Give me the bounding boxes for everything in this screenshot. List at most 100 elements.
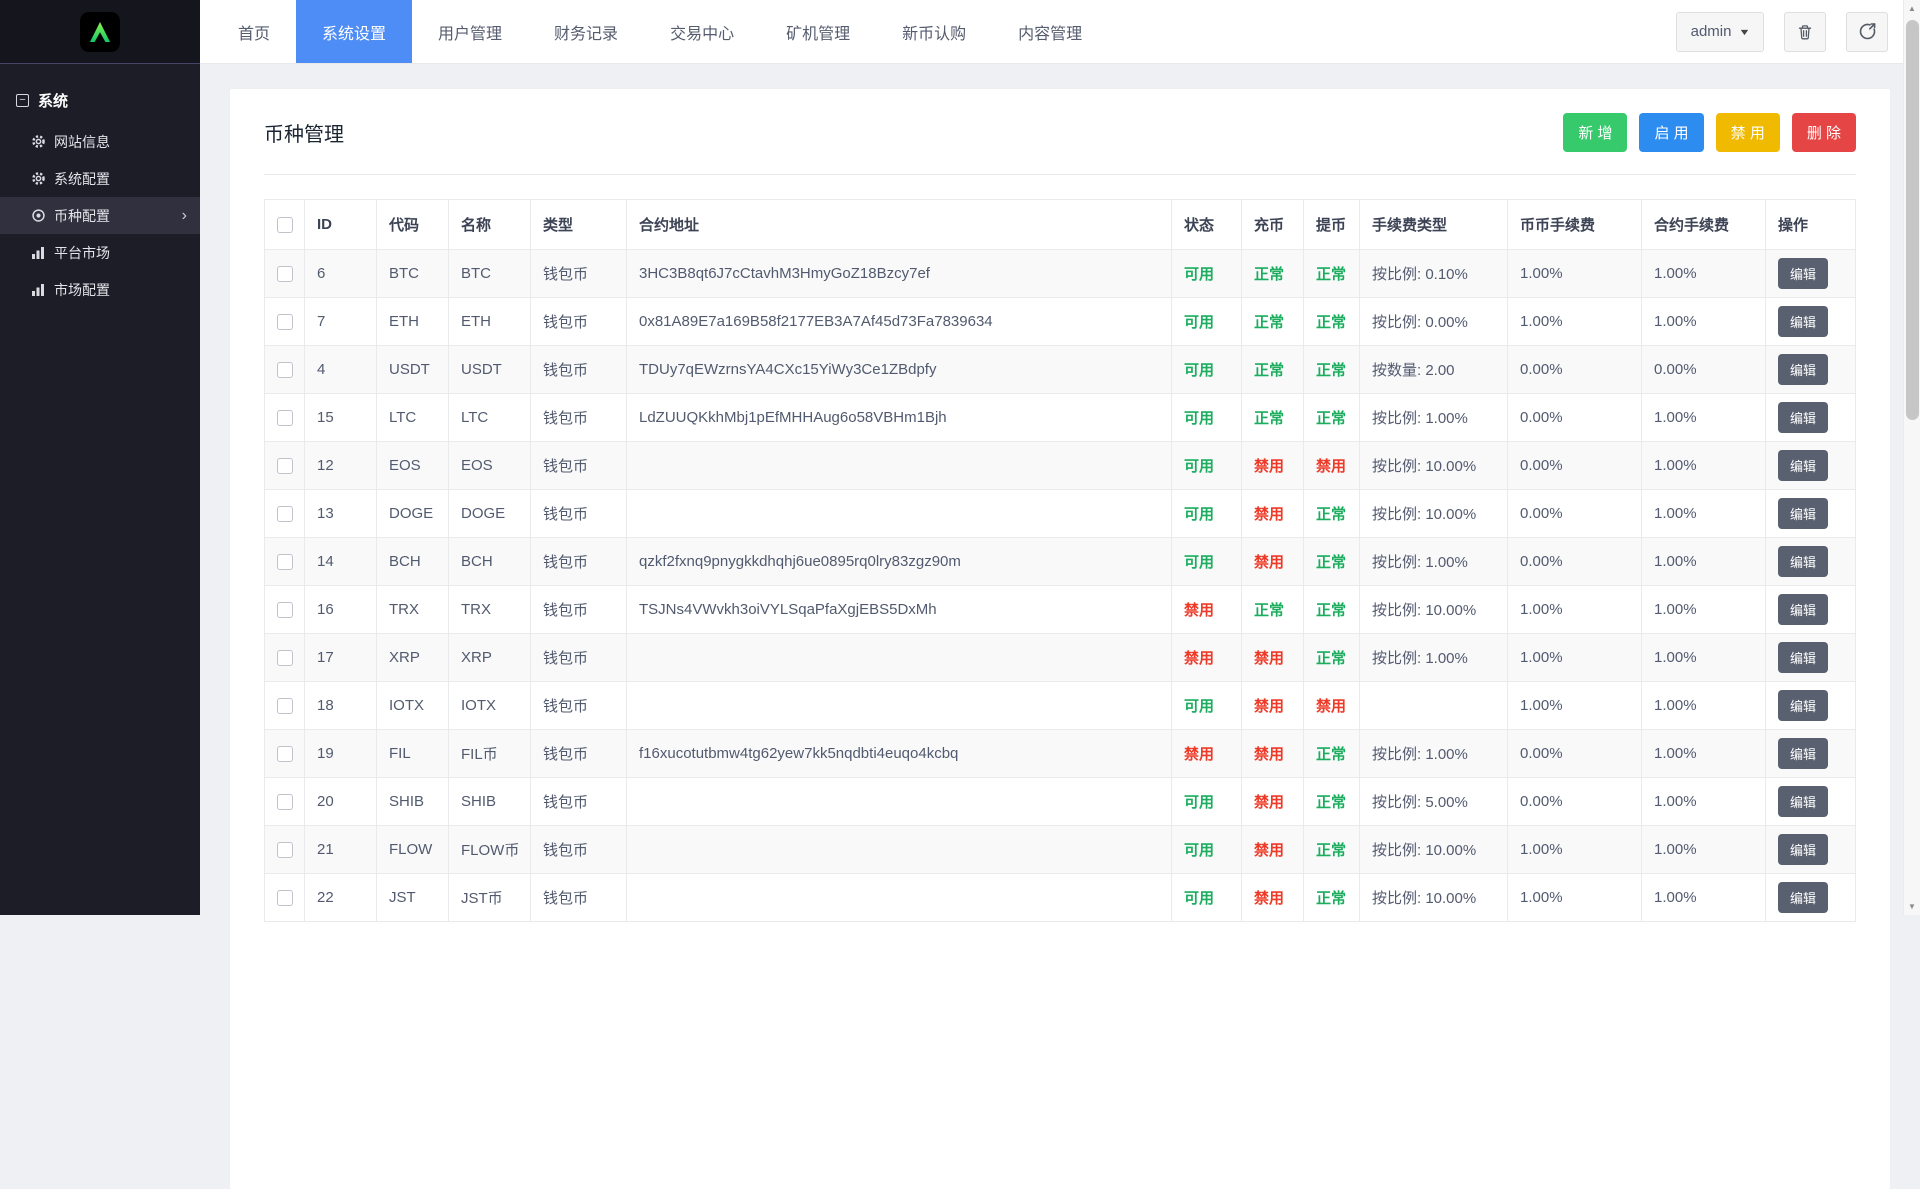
nav-tab-trade-center[interactable]: 交易中心 bbox=[644, 0, 760, 63]
cell-type: 钱包币 bbox=[531, 298, 627, 346]
admin-dropdown-button[interactable]: admin ▼ bbox=[1676, 12, 1764, 52]
content-card: 币种管理 新 增 启 用 禁 用 删 除 ID 代码 bbox=[230, 89, 1890, 1189]
nav-tab-miner-management[interactable]: 矿机管理 bbox=[760, 0, 876, 63]
row-checkbox[interactable] bbox=[277, 602, 293, 618]
cell-withdraw: 正常 bbox=[1304, 346, 1360, 394]
row-checkbox[interactable] bbox=[277, 458, 293, 474]
cell-type: 钱包币 bbox=[531, 730, 627, 778]
row-checkbox-cell bbox=[265, 586, 305, 634]
vertical-scrollbar[interactable]: ▲ ▼ bbox=[1903, 0, 1920, 915]
sidebar-section-system[interactable]: − 系统 bbox=[0, 80, 200, 123]
row-checkbox[interactable] bbox=[277, 266, 293, 282]
nav-tab-content-management[interactable]: 内容管理 bbox=[992, 0, 1108, 63]
add-button[interactable]: 新 增 bbox=[1563, 113, 1627, 152]
row-checkbox[interactable] bbox=[277, 650, 293, 666]
sidebar-item-platform-market[interactable]: 平台市场 bbox=[0, 234, 200, 271]
cell-type: 钱包币 bbox=[531, 826, 627, 874]
col-code: 代码 bbox=[377, 200, 449, 250]
cell-contract-fee: 0.00% bbox=[1642, 346, 1766, 394]
scroll-down-icon[interactable]: ▼ bbox=[1904, 898, 1920, 915]
app-logo[interactable] bbox=[80, 12, 120, 52]
collapse-icon: − bbox=[16, 94, 29, 107]
divider bbox=[264, 174, 1856, 175]
scroll-up-icon[interactable]: ▲ bbox=[1904, 0, 1920, 17]
cell-contract bbox=[627, 634, 1172, 682]
logout-icon bbox=[1858, 22, 1877, 41]
logo-a-icon bbox=[87, 19, 113, 45]
cell-contract-fee: 1.00% bbox=[1642, 298, 1766, 346]
select-all-cell bbox=[265, 200, 305, 250]
cell-deposit: 正常 bbox=[1242, 250, 1304, 298]
cell-deposit: 禁用 bbox=[1242, 874, 1304, 922]
cell-status: 可用 bbox=[1172, 442, 1242, 490]
disable-button[interactable]: 禁 用 bbox=[1716, 113, 1780, 152]
table-row: 20 SHIB SHIB 钱包币 可用 禁用 正常 按比例: 5.00% 0.0… bbox=[265, 778, 1856, 826]
cell-spot-fee: 1.00% bbox=[1508, 826, 1642, 874]
row-checkbox-cell bbox=[265, 874, 305, 922]
nav-tab-home[interactable]: 首页 bbox=[212, 0, 296, 63]
cell-fee-type: 按比例: 1.00% bbox=[1360, 394, 1508, 442]
delete-button[interactable]: 删 除 bbox=[1792, 113, 1856, 152]
cell-code: EOS bbox=[377, 442, 449, 490]
trash-button[interactable] bbox=[1784, 12, 1826, 52]
cell-withdraw: 正常 bbox=[1304, 394, 1360, 442]
nav-tab-finance-records[interactable]: 财务记录 bbox=[528, 0, 644, 63]
edit-button[interactable]: 编辑 bbox=[1778, 594, 1828, 625]
row-checkbox[interactable] bbox=[277, 410, 293, 426]
edit-button[interactable]: 编辑 bbox=[1778, 258, 1828, 289]
nav-tab-new-coin-subscription[interactable]: 新币认购 bbox=[876, 0, 992, 63]
chevron-right-icon: › bbox=[182, 208, 187, 224]
logout-button[interactable] bbox=[1846, 12, 1888, 52]
row-checkbox[interactable] bbox=[277, 698, 293, 714]
sidebar-item-coin-config[interactable]: 币种配置 › bbox=[0, 197, 200, 234]
cell-fee-type: 按比例: 10.00% bbox=[1360, 826, 1508, 874]
cell-code: DOGE bbox=[377, 490, 449, 538]
cell-type: 钱包币 bbox=[531, 250, 627, 298]
cell-contract: 0x81A89E7a169B58f2177EB3A7Af45d73Fa78396… bbox=[627, 298, 1172, 346]
row-checkbox[interactable] bbox=[277, 746, 293, 762]
cell-contract-fee: 1.00% bbox=[1642, 634, 1766, 682]
row-checkbox[interactable] bbox=[277, 362, 293, 378]
edit-button[interactable]: 编辑 bbox=[1778, 498, 1828, 529]
row-checkbox[interactable] bbox=[277, 506, 293, 522]
row-checkbox[interactable] bbox=[277, 842, 293, 858]
edit-button[interactable]: 编辑 bbox=[1778, 306, 1828, 337]
scrollbar-thumb[interactable] bbox=[1906, 20, 1919, 420]
cell-type: 钱包币 bbox=[531, 778, 627, 826]
edit-button[interactable]: 编辑 bbox=[1778, 834, 1828, 865]
cell-deposit: 正常 bbox=[1242, 586, 1304, 634]
cell-status: 可用 bbox=[1172, 250, 1242, 298]
select-all-checkbox[interactable] bbox=[277, 217, 293, 233]
page-title: 币种管理 bbox=[264, 118, 344, 147]
row-checkbox[interactable] bbox=[277, 314, 293, 330]
enable-button[interactable]: 启 用 bbox=[1639, 113, 1703, 152]
edit-button[interactable]: 编辑 bbox=[1778, 450, 1828, 481]
row-checkbox[interactable] bbox=[277, 554, 293, 570]
edit-button[interactable]: 编辑 bbox=[1778, 690, 1828, 721]
table-row: 17 XRP XRP 钱包币 禁用 禁用 正常 按比例: 1.00% 1.00%… bbox=[265, 634, 1856, 682]
sidebar: − 系统 网站信息 系统配置 币种配置 › 平台市场 bbox=[0, 0, 200, 915]
edit-button[interactable]: 编辑 bbox=[1778, 354, 1828, 385]
sidebar-item-system-config[interactable]: 系统配置 bbox=[0, 160, 200, 197]
edit-button[interactable]: 编辑 bbox=[1778, 402, 1828, 433]
row-checkbox[interactable] bbox=[277, 890, 293, 906]
edit-button[interactable]: 编辑 bbox=[1778, 738, 1828, 769]
nav-tab-system-settings[interactable]: 系统设置 bbox=[296, 0, 412, 63]
cell-status: 禁用 bbox=[1172, 586, 1242, 634]
row-checkbox[interactable] bbox=[277, 794, 293, 810]
nav-tab-user-management[interactable]: 用户管理 bbox=[412, 0, 528, 63]
edit-button[interactable]: 编辑 bbox=[1778, 786, 1828, 817]
edit-button[interactable]: 编辑 bbox=[1778, 546, 1828, 577]
cell-contract bbox=[627, 826, 1172, 874]
cell-contract-fee: 1.00% bbox=[1642, 682, 1766, 730]
table-row: 18 IOTX IOTX 钱包币 可用 禁用 禁用 1.00% 1.00% 编辑 bbox=[265, 682, 1856, 730]
sidebar-item-label: 市场配置 bbox=[54, 280, 110, 300]
edit-button[interactable]: 编辑 bbox=[1778, 882, 1828, 913]
table-row: 16 TRX TRX 钱包币 TSJNs4VWvkh3oiVYLSqaPfaXg… bbox=[265, 586, 1856, 634]
cell-code: ETH bbox=[377, 298, 449, 346]
sidebar-item-market-config[interactable]: 市场配置 bbox=[0, 271, 200, 308]
table-row: 19 FIL FIL币 钱包币 f16xucotutbmw4tg62yew7kk… bbox=[265, 730, 1856, 778]
cell-code: JST bbox=[377, 874, 449, 922]
edit-button[interactable]: 编辑 bbox=[1778, 642, 1828, 673]
sidebar-item-website-info[interactable]: 网站信息 bbox=[0, 123, 200, 160]
